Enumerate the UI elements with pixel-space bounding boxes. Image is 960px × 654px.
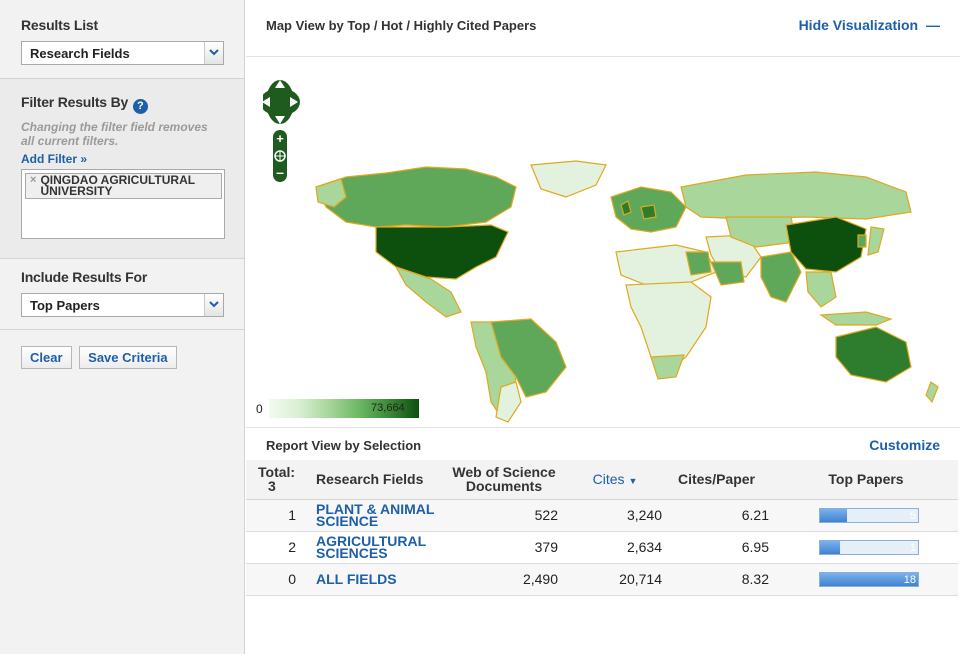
report-table: Total: 3 Research Fields Web of Science … <box>246 460 958 596</box>
top-papers-count: 5 <box>909 510 916 523</box>
row-cites-per-paper: 6.21 <box>664 499 774 532</box>
world-map[interactable]: + – 0 73,664 <box>246 57 960 428</box>
top-papers-bar[interactable]: 5 <box>819 508 919 524</box>
column-wos-documents[interactable]: Web of Science Documents <box>440 460 568 500</box>
main-panel: Map View by Top / Hot / Highly Cited Pap… <box>246 0 960 654</box>
map-region-indonesia[interactable] <box>819 311 893 326</box>
row-field-link[interactable]: PLANT & ANIMAL SCIENCE <box>306 499 440 532</box>
column-top-papers[interactable]: Top Papers <box>774 460 958 500</box>
map-region-australia[interactable] <box>835 326 912 383</box>
row-cites: 20,714 <box>568 563 664 596</box>
filter-hint: Changing the filter field removes all cu… <box>21 120 208 148</box>
filter-section: Filter Results By ? Changing the filter … <box>0 79 244 259</box>
map-navigation-control[interactable]: + – <box>260 74 303 187</box>
top-papers-count: 1 <box>909 542 916 555</box>
map-region-korea[interactable] <box>857 234 867 248</box>
legend-max: 73,664 <box>371 402 405 414</box>
sort-desc-icon: ▼ <box>628 476 638 487</box>
include-section: Include Results For Top Papers <box>0 259 244 330</box>
report-header: Report View by Selection Customize <box>246 428 960 460</box>
map-header: Map View by Top / Hot / Highly Cited Pap… <box>246 0 960 57</box>
map-region-new-zealand[interactable] <box>925 381 939 404</box>
legend-scale: 73,664 <box>268 399 419 418</box>
row-top-papers: 1 <box>774 531 958 564</box>
hide-visualization-link[interactable]: Hide Visualization — <box>799 17 940 33</box>
map-region-china[interactable] <box>785 216 867 273</box>
row-field-link[interactable]: AGRICULTURAL SCIENCES <box>306 531 440 564</box>
row-cites-per-paper: 8.32 <box>664 563 774 596</box>
top-papers-bar[interactable]: 1 <box>819 540 919 556</box>
filter-title-text: Filter Results By <box>21 94 129 110</box>
total-header: Total: 3 <box>246 460 306 500</box>
top-papers-bar-fill <box>820 541 840 555</box>
save-criteria-button[interactable]: Save Criteria <box>79 346 177 369</box>
top-papers-count: 18 <box>903 574 916 587</box>
top-papers-bar[interactable]: 18 <box>819 572 919 588</box>
map-region-india[interactable] <box>760 251 802 303</box>
actions-section: Clear Save Criteria <box>0 330 244 383</box>
chevron-down-icon[interactable] <box>204 294 223 316</box>
row-index: 2 <box>246 531 306 564</box>
top-papers-bar-fill <box>820 509 848 523</box>
world-map-svg[interactable] <box>246 57 960 428</box>
include-select[interactable]: Top Papers <box>21 293 224 317</box>
hide-visualization-label: Hide Visualization <box>798 17 919 33</box>
map-region-usa[interactable] <box>375 224 509 280</box>
column-cites-label: Cites <box>592 471 625 488</box>
svg-text:+: + <box>276 131 284 146</box>
table-row: 1 PLANT & ANIMAL SCIENCE 522 3,240 6.21 5 <box>246 499 958 532</box>
row-wos-documents: 2,490 <box>440 563 568 596</box>
filter-title: Filter Results By ? <box>21 94 224 114</box>
map-region-southeast-asia[interactable] <box>805 271 837 308</box>
results-list-section: Results List Research Fields <box>0 0 244 79</box>
table-row: 2 AGRICULTURAL SCIENCES 379 2,634 6.95 1 <box>246 531 958 564</box>
row-field-link[interactable]: ALL FIELDS <box>306 563 440 596</box>
results-list-title: Results List <box>21 17 98 33</box>
map-region-japan[interactable] <box>867 226 885 256</box>
sidebar: Results List Research Fields Filter Resu… <box>0 0 245 654</box>
total-count: 3 <box>268 478 276 495</box>
filter-box: × QINGDAO AGRICULTURAL UNIVERSITY <box>21 169 225 239</box>
close-icon[interactable]: × <box>30 175 36 186</box>
map-region-germany[interactable] <box>640 204 657 220</box>
row-wos-documents: 522 <box>440 499 568 532</box>
row-top-papers: 5 <box>774 499 958 532</box>
results-list-selected: Research Fields <box>30 46 130 61</box>
minus-icon: — <box>926 17 940 33</box>
row-cites: 2,634 <box>568 531 664 564</box>
svg-text:–: – <box>276 164 284 180</box>
map-legend: 0 73,664 <box>256 399 419 418</box>
table-row: 0 ALL FIELDS 2,490 20,714 8.32 18 <box>246 563 958 596</box>
row-index: 1 <box>246 499 306 532</box>
include-selected: Top Papers <box>30 298 100 313</box>
row-cites: 3,240 <box>568 499 664 532</box>
map-region-saudi[interactable] <box>710 261 745 286</box>
map-title: Map View by Top / Hot / Highly Cited Pap… <box>266 18 537 33</box>
chevron-down-icon[interactable] <box>204 42 223 64</box>
map-region-greenland[interactable] <box>530 160 607 198</box>
row-index: 0 <box>246 563 306 596</box>
customize-link[interactable]: Customize <box>869 437 940 453</box>
add-filter-link[interactable]: Add Filter » <box>21 152 224 166</box>
column-cites[interactable]: Cites ▼ <box>568 460 664 500</box>
include-title: Include Results For <box>21 269 148 285</box>
row-top-papers: 18 <box>774 563 958 596</box>
clear-button[interactable]: Clear <box>21 346 72 369</box>
table-header-row: Total: 3 Research Fields Web of Science … <box>246 460 958 500</box>
map-region-russia[interactable] <box>680 171 912 220</box>
row-cites-per-paper: 6.95 <box>664 531 774 564</box>
column-research-fields[interactable]: Research Fields <box>306 460 440 500</box>
column-cites-per-paper[interactable]: Cites/Paper <box>664 460 774 500</box>
report-title: Report View by Selection <box>266 438 422 453</box>
filter-chip: × QINGDAO AGRICULTURAL UNIVERSITY <box>25 173 222 199</box>
map-region-south-africa[interactable] <box>650 354 685 380</box>
legend-min: 0 <box>256 401 263 416</box>
results-list-select[interactable]: Research Fields <box>21 41 224 65</box>
row-wos-documents: 379 <box>440 531 568 564</box>
filter-chip-label: QINGDAO AGRICULTURAL UNIVERSITY <box>40 173 195 198</box>
map-region-egypt[interactable] <box>685 251 712 276</box>
help-icon[interactable]: ? <box>132 99 148 114</box>
